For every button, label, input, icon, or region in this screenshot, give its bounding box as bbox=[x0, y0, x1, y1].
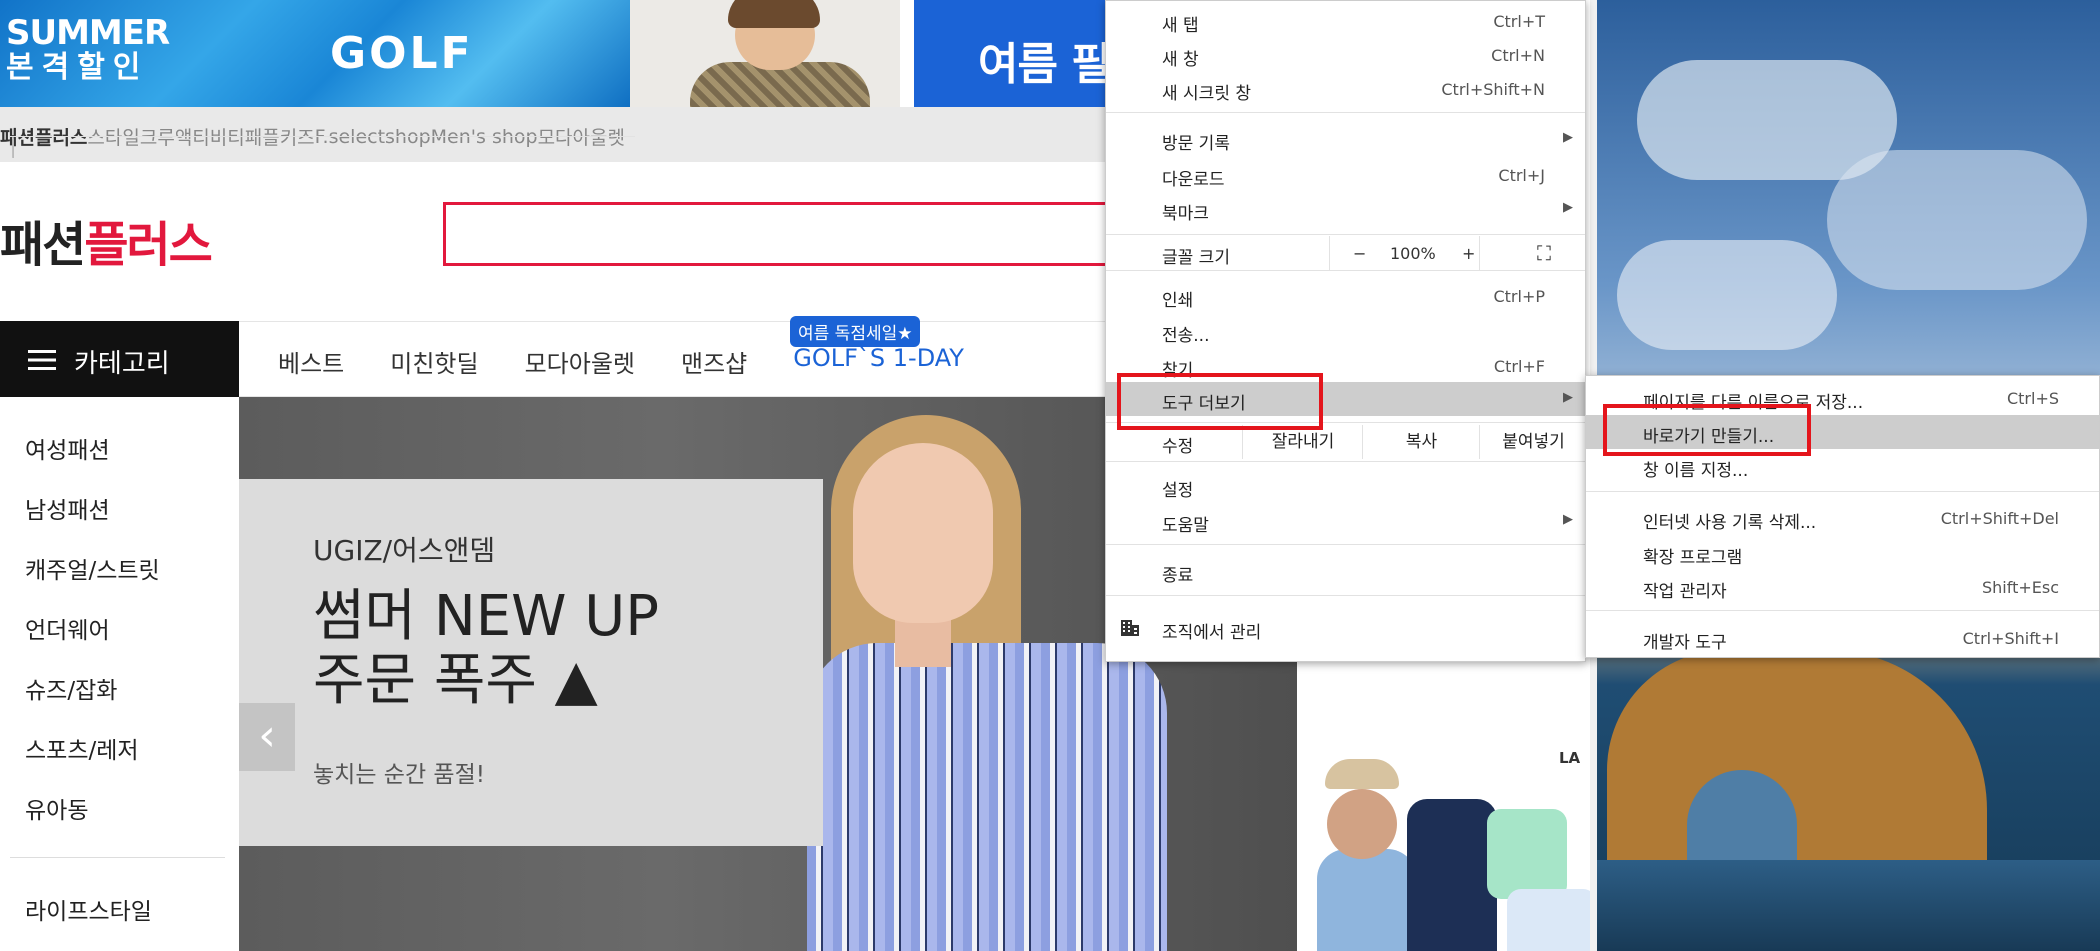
category-sidebar: 여성패션 남성패션 캐주얼/스트릿 언더웨어 슈즈/잡화 스포츠/레저 유아동 … bbox=[0, 397, 239, 951]
menu-item-downloads[interactable]: 다운로드 Ctrl+J bbox=[1106, 158, 1585, 192]
hamburger-icon bbox=[28, 350, 56, 370]
building-icon bbox=[1121, 620, 1139, 636]
sidebar-item-men[interactable]: 남성패션 bbox=[25, 491, 110, 525]
menu-item-managed[interactable]: 조직에서 관리 bbox=[1106, 611, 1585, 645]
nav-item-outlet[interactable]: 모다아울렛 bbox=[525, 344, 635, 379]
browser-main-menu: 새 탭 Ctrl+T 새 창 Ctrl+N 새 시크릿 창 Ctrl+Shift… bbox=[1105, 0, 1586, 662]
highlight-create-shortcut bbox=[1603, 404, 1811, 456]
menu-item-help[interactable]: 도움말 ▶ bbox=[1106, 504, 1585, 538]
summer-sale-badge: 여름 독점세일★ bbox=[790, 316, 921, 347]
category-button[interactable]: 카테고리 bbox=[0, 321, 239, 397]
side-promo-image[interactable]: LA bbox=[1297, 649, 1597, 951]
family-sites-bar: 패션플러스 | 스타일크루 | 액티비티 | 패플키즈 | F.selectsh… bbox=[0, 107, 1105, 162]
menu-edit-row: 수정 잘라내기 복사 붙여넣기 bbox=[1106, 425, 1585, 459]
zoom-out-button[interactable]: − bbox=[1353, 244, 1366, 263]
submenu-arrow-icon: ▶ bbox=[1563, 130, 1573, 145]
submenu-item-extensions[interactable]: 확장 프로그램 bbox=[1586, 536, 2099, 570]
sidebar-item-sports[interactable]: 스포츠/레저 bbox=[25, 731, 139, 765]
submenu-arrow-icon: ▶ bbox=[1563, 512, 1573, 527]
sidebar-item-shoes[interactable]: 슈즈/잡화 bbox=[25, 671, 117, 705]
logo-part-1: 패션 bbox=[0, 217, 86, 273]
hero-subtitle: 놓치는 순간 품절! bbox=[313, 762, 485, 788]
hero-brand: UGIZ/어스앤뎀 bbox=[313, 534, 496, 567]
category-label: 카테고리 bbox=[74, 349, 170, 379]
menu-zoom-row: 글꼴 크기 − 100% + ⛶ bbox=[1106, 236, 1585, 270]
highlight-more-tools bbox=[1117, 373, 1323, 430]
sidebar-item-underwear[interactable]: 언더웨어 bbox=[25, 611, 110, 645]
submenu-item-dev-tools[interactable]: 개발자 도구 Ctrl+Shift+I bbox=[1586, 621, 2099, 655]
menu-item-exit[interactable]: 종료 bbox=[1106, 554, 1585, 588]
menu-item-bookmarks[interactable]: 북마크 ▶ bbox=[1106, 192, 1585, 226]
promo-text: 여름 필 bbox=[978, 39, 1112, 90]
banner-model-image bbox=[630, 0, 900, 107]
sidebar-item-lifestyle[interactable]: 라이프스타일 bbox=[25, 892, 152, 926]
sidebar-item-women[interactable]: 여성패션 bbox=[25, 431, 110, 465]
submenu-arrow-icon: ▶ bbox=[1563, 390, 1573, 405]
sidebar-item-kids[interactable]: 유아동 bbox=[25, 791, 88, 825]
submenu-item-task-manager[interactable]: 작업 관리자 Shift+Esc bbox=[1586, 570, 2099, 604]
cut-button[interactable]: 잘라내기 bbox=[1242, 425, 1363, 459]
nav-item-mens[interactable]: 맨즈샵 bbox=[681, 344, 747, 379]
hero-headline: 썸머 NEW UP 주문 폭주 ▲ bbox=[313, 585, 659, 713]
summer-title: SUMMER bbox=[6, 13, 170, 53]
sidebar-divider bbox=[10, 857, 225, 858]
nav-items: 베스트 미친핫딜 모다아울렛 맨즈샵 GOLF`S 1-DAY bbox=[278, 344, 1010, 379]
menu-item-settings[interactable]: 설정 bbox=[1106, 469, 1585, 503]
submenu-item-clear-data[interactable]: 인터넷 사용 기록 삭제... Ctrl+Shift+Del bbox=[1586, 501, 2099, 535]
search-input[interactable] bbox=[443, 202, 1123, 266]
menu-item-new-tab[interactable]: 새 탭 Ctrl+T bbox=[1106, 4, 1585, 38]
hero-headline-line1: 썸머 NEW UP bbox=[313, 584, 660, 649]
sidebar-item-casual[interactable]: 캐주얼/스트릿 bbox=[25, 551, 160, 585]
menu-item-new-window[interactable]: 새 창 Ctrl+N bbox=[1106, 38, 1585, 72]
paste-button[interactable]: 붙여넣기 bbox=[1479, 425, 1587, 459]
zoom-in-button[interactable]: + bbox=[1462, 244, 1475, 263]
site-logo[interactable]: 패션플러스 bbox=[0, 205, 213, 275]
nav-item-best[interactable]: 베스트 bbox=[278, 344, 344, 379]
side-promo-brand: LA bbox=[1559, 749, 1581, 767]
fullscreen-icon[interactable]: ⛶ bbox=[1537, 241, 1551, 265]
nav-item-golf[interactable]: GOLF`S 1-DAY bbox=[793, 344, 964, 379]
hero-headline-line2: 주문 폭주 ▲ bbox=[313, 648, 598, 713]
family-sites-list: 패션플러스 | 스타일크루 | 액티비티 | 패플키즈 | F.selectsh… bbox=[0, 123, 635, 158]
menu-item-cast[interactable]: 전송... bbox=[1106, 314, 1585, 348]
summer-sale-banner[interactable]: SUMMER 본격할인 GOLF bbox=[0, 0, 630, 107]
copy-button[interactable]: 복사 bbox=[1362, 425, 1480, 459]
nav-item-hotdeal[interactable]: 미친핫딜 bbox=[390, 344, 478, 379]
menu-item-incognito[interactable]: 새 시크릿 창 Ctrl+Shift+N bbox=[1106, 72, 1585, 106]
menu-item-print[interactable]: 인쇄 Ctrl+P bbox=[1106, 279, 1585, 313]
submenu-arrow-icon: ▶ bbox=[1563, 200, 1573, 215]
summer-promo-banner[interactable]: 여름 필 bbox=[914, 0, 1112, 107]
menu-item-history[interactable]: 방문 기록 ▶ bbox=[1106, 122, 1585, 156]
summer-subtitle: 본격할인 bbox=[6, 50, 149, 85]
top-banner[interactable]: SUMMER 본격할인 GOLF 여름 필 bbox=[0, 0, 1112, 107]
prev-arrow-icon[interactable]: ‹ bbox=[239, 703, 295, 771]
golf-title: GOLF bbox=[330, 28, 474, 79]
zoom-level: 100% bbox=[1390, 244, 1436, 263]
logo-part-2: 플러스 bbox=[84, 217, 212, 273]
